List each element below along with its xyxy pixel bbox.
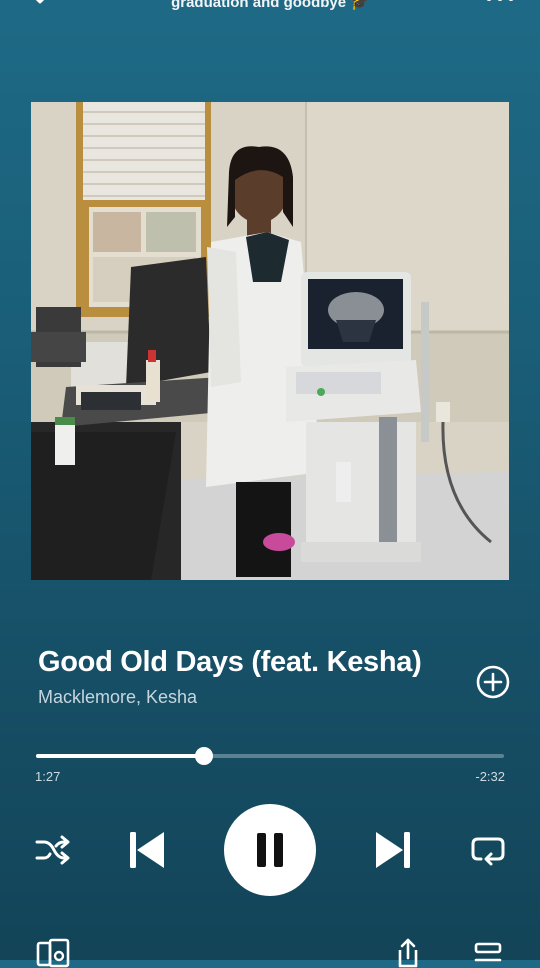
next-button[interactable] [370,826,416,874]
progress-bar[interactable] [36,747,504,765]
repeat-icon [471,837,505,866]
progress-fill [36,754,205,758]
repeat-button[interactable] [467,830,509,870]
song-title: Good Old Days (feat. Kesha) [38,646,422,678]
remaining-time: -2:32 [475,769,505,784]
shuffle-icon [35,835,70,865]
add-circle-icon[interactable] [476,665,510,699]
album-art [31,102,509,580]
previous-button[interactable] [124,826,170,874]
album-art-photo [31,102,509,580]
skip-next-icon [376,832,410,868]
more-options-icon[interactable] [484,0,516,4]
shuffle-button[interactable] [33,830,73,870]
connect-devices-icon[interactable] [36,938,70,968]
pause-button[interactable] [224,804,316,896]
elapsed-time: 1:27 [35,769,61,784]
share-icon[interactable] [390,938,424,968]
progress-thumb[interactable] [195,747,214,765]
chevron-down-icon[interactable] [26,0,54,8]
artist-name[interactable]: Macklemore, Kesha [38,687,197,708]
playlist-title: graduation and goodbye 🎓 [171,0,369,11]
skip-previous-icon [130,832,164,868]
pause-icon [257,833,283,867]
queue-icon[interactable] [472,938,506,968]
top-bar: graduation and goodbye 🎓 [0,0,540,20]
